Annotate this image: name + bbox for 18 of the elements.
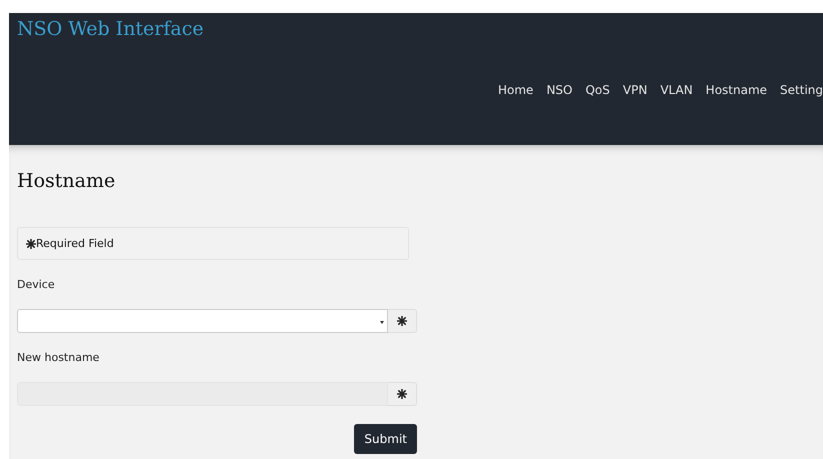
required-note: Required Field [36, 237, 114, 250]
asterisk-icon [397, 389, 407, 399]
site-title: NSO Web Interface [17, 18, 204, 40]
nav-link[interactable]: QoS [585, 83, 610, 97]
submit-button[interactable]: Submit [354, 424, 417, 454]
asterisk-icon [26, 238, 36, 248]
nav-link[interactable]: VPN [622, 83, 648, 97]
nav-link[interactable]: Setting [780, 83, 823, 97]
field-label: New hostname [17, 351, 100, 364]
nav-link[interactable]: NSO [546, 83, 572, 97]
device-select[interactable] [17, 309, 388, 333]
field-label: Device [17, 278, 56, 291]
page-heading: Hostname [17, 170, 116, 192]
nav-link[interactable]: Home [498, 83, 534, 97]
caret-icon [380, 321, 384, 324]
nav-link[interactable]: VLAN [660, 83, 693, 97]
asterisk-icon [397, 316, 407, 326]
nav-link[interactable]: Hostname [706, 83, 768, 97]
